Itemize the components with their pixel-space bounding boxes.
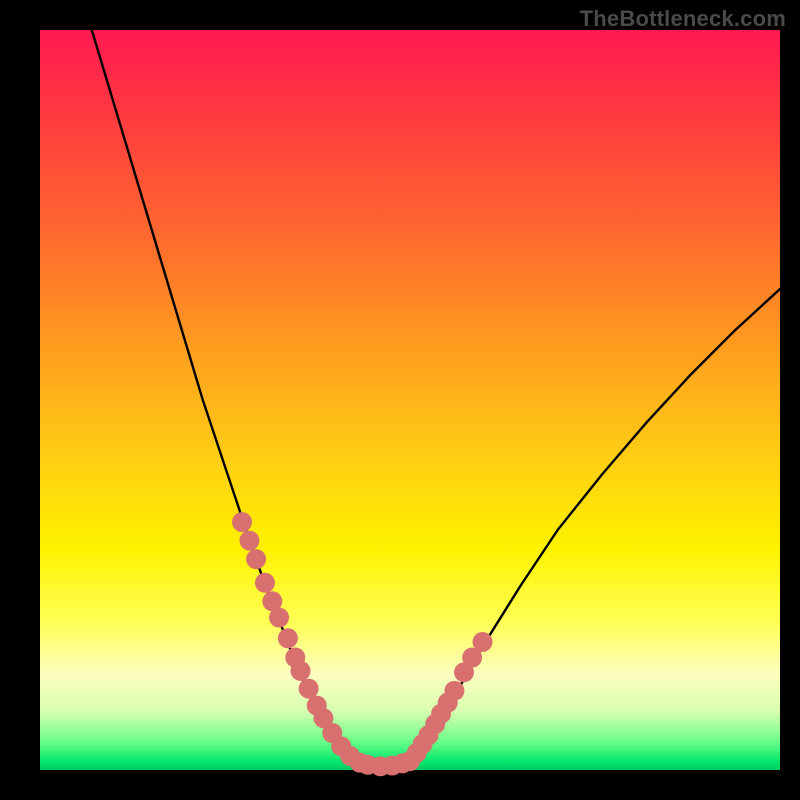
watermark-text: TheBottleneck.com <box>580 6 786 32</box>
data-point <box>255 573 275 593</box>
curve-layer <box>40 30 780 770</box>
data-point <box>269 608 289 628</box>
data-point <box>239 531 259 551</box>
left-curve <box>92 30 351 761</box>
right-curve <box>410 289 780 761</box>
data-point <box>246 549 266 569</box>
data-point <box>444 681 464 701</box>
left-cluster <box>232 512 413 776</box>
right-cluster <box>400 632 493 771</box>
chart-stage: TheBottleneck.com <box>0 0 800 800</box>
data-point <box>278 628 298 648</box>
plot-area <box>40 30 780 770</box>
data-point <box>290 661 310 681</box>
data-point <box>473 632 493 652</box>
data-point <box>232 512 252 532</box>
data-point <box>299 679 319 699</box>
